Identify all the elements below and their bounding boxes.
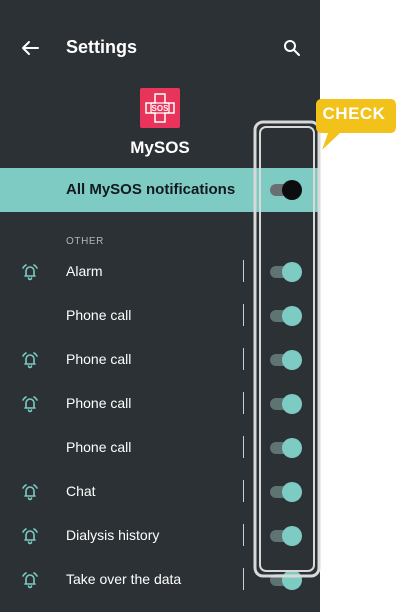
notification-toggle[interactable] xyxy=(268,393,302,415)
settings-screen: Settings SOS MySOS All MySOS notificatio… xyxy=(0,0,320,612)
notification-toggle[interactable] xyxy=(268,481,302,503)
row-divider xyxy=(243,436,244,458)
row-divider xyxy=(243,480,244,502)
notification-row[interactable]: Phone call xyxy=(0,338,320,382)
notification-toggle[interactable] xyxy=(268,349,302,371)
notification-label: Take over the data xyxy=(66,571,182,587)
row-divider xyxy=(243,392,244,414)
notification-label: Chat xyxy=(66,483,96,499)
notification-label: Phone call xyxy=(66,395,132,411)
notification-row[interactable]: Take over the data xyxy=(0,558,320,602)
notification-row[interactable]: Phone call xyxy=(0,382,320,426)
toggle-thumb xyxy=(282,570,302,590)
notification-row[interactable]: Alarm xyxy=(0,250,320,294)
bell-ring-icon xyxy=(18,568,42,592)
search-icon xyxy=(284,40,300,56)
toggle-thumb xyxy=(282,438,302,458)
search-button[interactable] xyxy=(280,36,304,60)
row-divider xyxy=(243,304,244,326)
notification-toggle[interactable] xyxy=(268,569,302,591)
notification-row[interactable]: Dialysis history xyxy=(0,514,320,558)
arrow-left-icon xyxy=(22,41,39,55)
toggle-thumb xyxy=(282,306,302,326)
bell-ring-icon xyxy=(18,480,42,504)
page-title: Settings xyxy=(66,37,138,57)
logo-text: SOS xyxy=(152,104,170,113)
toggle-thumb xyxy=(282,262,302,282)
notification-row[interactable]: Phone call xyxy=(0,294,320,338)
notification-row[interactable]: Phone call xyxy=(0,426,320,470)
notification-label: Dialysis history xyxy=(66,527,160,543)
all-notifications-label: All MySOS notifications xyxy=(66,181,236,198)
notification-toggle[interactable] xyxy=(268,261,302,283)
row-divider xyxy=(243,568,244,590)
row-divider xyxy=(243,524,244,546)
notification-label: Alarm xyxy=(66,263,103,279)
toggle-thumb xyxy=(282,526,302,546)
bell-ring-icon xyxy=(18,524,42,548)
bell-ring-icon xyxy=(18,260,42,284)
toggle-thumb xyxy=(282,350,302,370)
row-divider xyxy=(243,260,244,282)
back-button[interactable] xyxy=(18,36,42,60)
all-notifications-row[interactable]: All MySOS notifications xyxy=(0,168,320,212)
app-logo: SOS xyxy=(140,88,180,128)
notification-row[interactable]: Chat xyxy=(0,470,320,514)
notification-label: Phone call xyxy=(66,439,132,455)
notification-label: Phone call xyxy=(66,351,132,367)
toggle-thumb xyxy=(282,180,302,200)
toggle-thumb xyxy=(282,394,302,414)
toggle-thumb xyxy=(282,482,302,502)
top-app-bar: Settings xyxy=(0,28,320,68)
notification-toggle[interactable] xyxy=(268,437,302,459)
app-name: MySOS xyxy=(130,138,190,157)
notification-label: Phone call xyxy=(66,307,132,323)
notification-toggle[interactable] xyxy=(268,305,302,327)
all-notifications-toggle[interactable] xyxy=(268,179,302,201)
bell-ring-icon xyxy=(18,392,42,416)
check-label: CHECK xyxy=(322,104,386,123)
row-divider xyxy=(243,348,244,370)
section-header-other: OTHER xyxy=(66,236,104,247)
bell-ring-icon xyxy=(18,348,42,372)
notification-toggle[interactable] xyxy=(268,525,302,547)
